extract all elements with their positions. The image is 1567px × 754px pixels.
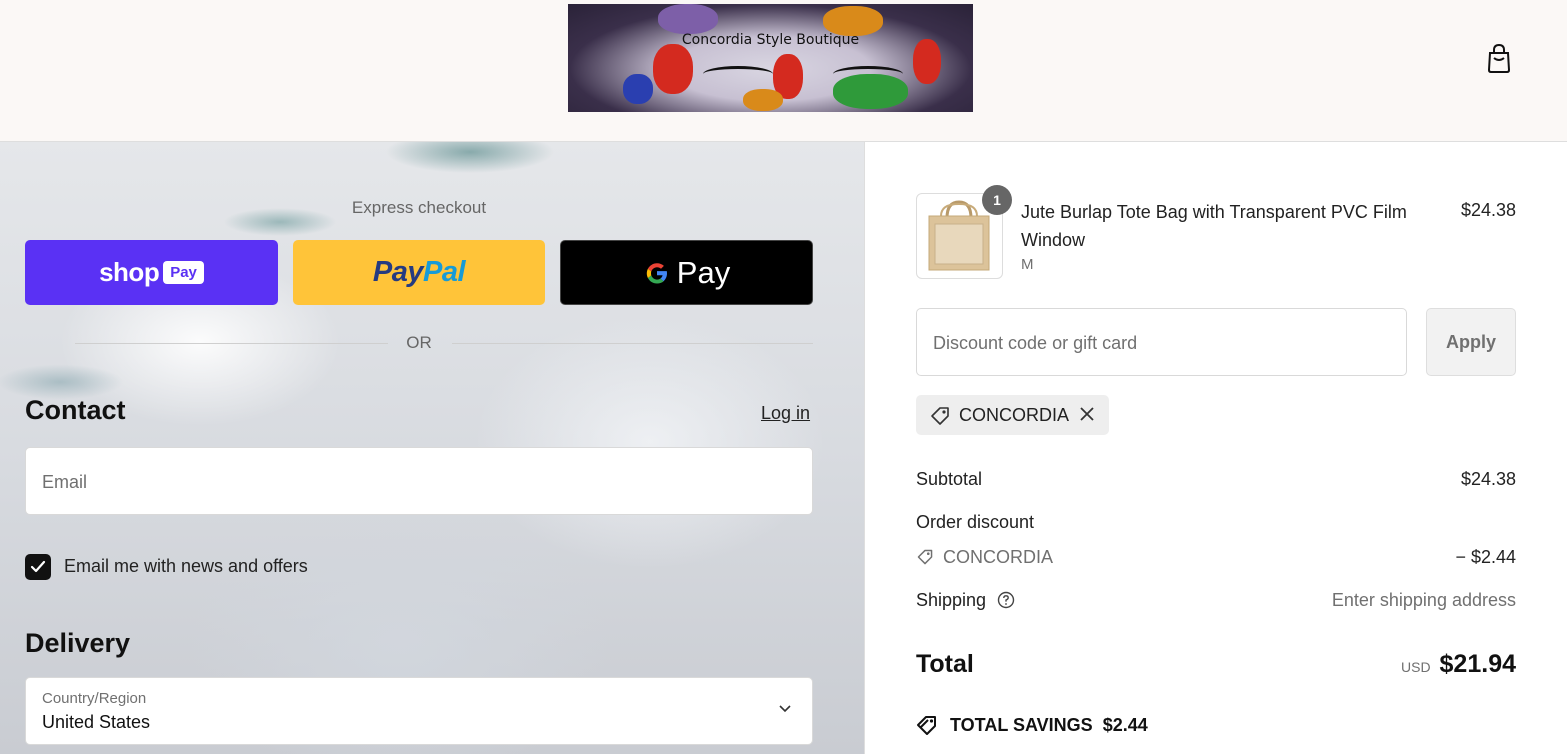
contact-heading: Contact <box>25 395 126 425</box>
chevron-down-icon <box>779 705 791 713</box>
shipping-row: Shipping Enter shipping address <box>916 590 1516 611</box>
country-label: Country/Region <box>42 690 147 707</box>
paypal-wordmark: PayPal <box>372 256 466 288</box>
discount-code-input[interactable]: Discount code or gift card <box>916 308 1407 376</box>
total-savings-value: $2.44 <box>1102 714 1148 735</box>
shipping-label: Shipping <box>916 590 987 610</box>
google-g-icon <box>646 262 667 283</box>
savings-tag-icon <box>917 716 936 735</box>
express-checkout-label: Express checkout <box>351 198 487 217</box>
tag-icon <box>917 549 933 565</box>
google-pay-button[interactable]: Pay <box>560 240 813 305</box>
tag-icon <box>931 407 949 425</box>
login-link[interactable]: Log in <box>761 403 810 424</box>
subtotal-value: $24.38 <box>1460 469 1516 489</box>
order-summary-panel: 1 Jute Burlap Tote Bag with Transparent … <box>866 142 1567 754</box>
apply-discount-button[interactable]: Apply <box>1426 308 1516 376</box>
store-name: Concordia Style Boutique <box>681 32 860 48</box>
google-pay-label: Pay <box>676 254 731 290</box>
total-savings-label: TOTAL SAVINGS <box>950 714 1093 735</box>
newsletter-checkbox[interactable] <box>25 554 51 580</box>
total-value: $21.94 <box>1439 650 1516 678</box>
paypal-button[interactable]: PayPal <box>293 240 545 305</box>
logo-red-patch <box>653 44 693 94</box>
site-header: Concordia Style Boutique <box>0 0 1567 142</box>
checkout-form-panel: Express checkout shop Pay PayPal Pay OR … <box>0 142 865 754</box>
email-field[interactable]: Email <box>25 447 813 515</box>
discount-code-label: CONCORDIA <box>943 547 1054 567</box>
store-logo[interactable]: Concordia Style Boutique <box>568 4 973 112</box>
or-divider: OR <box>75 333 813 353</box>
quantity-badge: 1 <box>982 185 1012 215</box>
subtotal-row: Subtotal $24.38 <box>916 469 1516 490</box>
logo-purple-patch <box>658 4 718 34</box>
logo-left-eye <box>703 66 773 82</box>
or-line-right <box>452 343 813 344</box>
total-currency: USD <box>1401 659 1431 675</box>
total-label: Total <box>916 650 974 678</box>
shop-pay-button[interactable]: shop Pay <box>25 240 278 305</box>
shopping-bag-icon[interactable] <box>1485 43 1513 73</box>
logo-blue-patch <box>623 74 653 104</box>
order-discount-label: Order discount <box>916 512 1035 532</box>
logo-orange-patch-bottom <box>743 89 783 111</box>
shipping-value: Enter shipping address <box>1331 590 1516 610</box>
country-select[interactable]: Country/Region United States <box>25 677 813 745</box>
checkmark-icon <box>30 560 46 573</box>
delivery-heading: Delivery <box>25 628 131 658</box>
shop-pay-wordmark: shop <box>99 257 160 287</box>
close-icon[interactable] <box>1078 405 1096 423</box>
google-pay-wordmark: Pay <box>643 255 730 291</box>
product-variant: M <box>1021 256 1034 273</box>
country-value: United States <box>42 712 151 732</box>
discount-code-row: CONCORDIA − $2.44 <box>916 547 1516 568</box>
shop-pay-badge: Pay <box>163 261 204 284</box>
product-name: Jute Burlap Tote Bag with Transparent PV… <box>1021 202 1407 250</box>
applied-discount-chip: CONCORDIA <box>916 395 1109 435</box>
newsletter-label: Email me with news and offers <box>64 556 308 576</box>
applied-code-label: CONCORDIA <box>959 405 1070 425</box>
logo-right-eye <box>833 66 903 82</box>
order-discount-row: Order discount <box>916 512 1516 533</box>
product-price: $24.38 <box>1461 200 1517 220</box>
subtotal-label: Subtotal <box>916 469 983 489</box>
email-placeholder: Email <box>42 472 88 492</box>
help-icon[interactable] <box>997 591 1015 609</box>
total-savings: TOTAL SAVINGS $2.44 <box>916 714 1148 736</box>
discount-amount: − $2.44 <box>1455 547 1516 567</box>
discount-placeholder: Discount code or gift card <box>933 333 1138 353</box>
